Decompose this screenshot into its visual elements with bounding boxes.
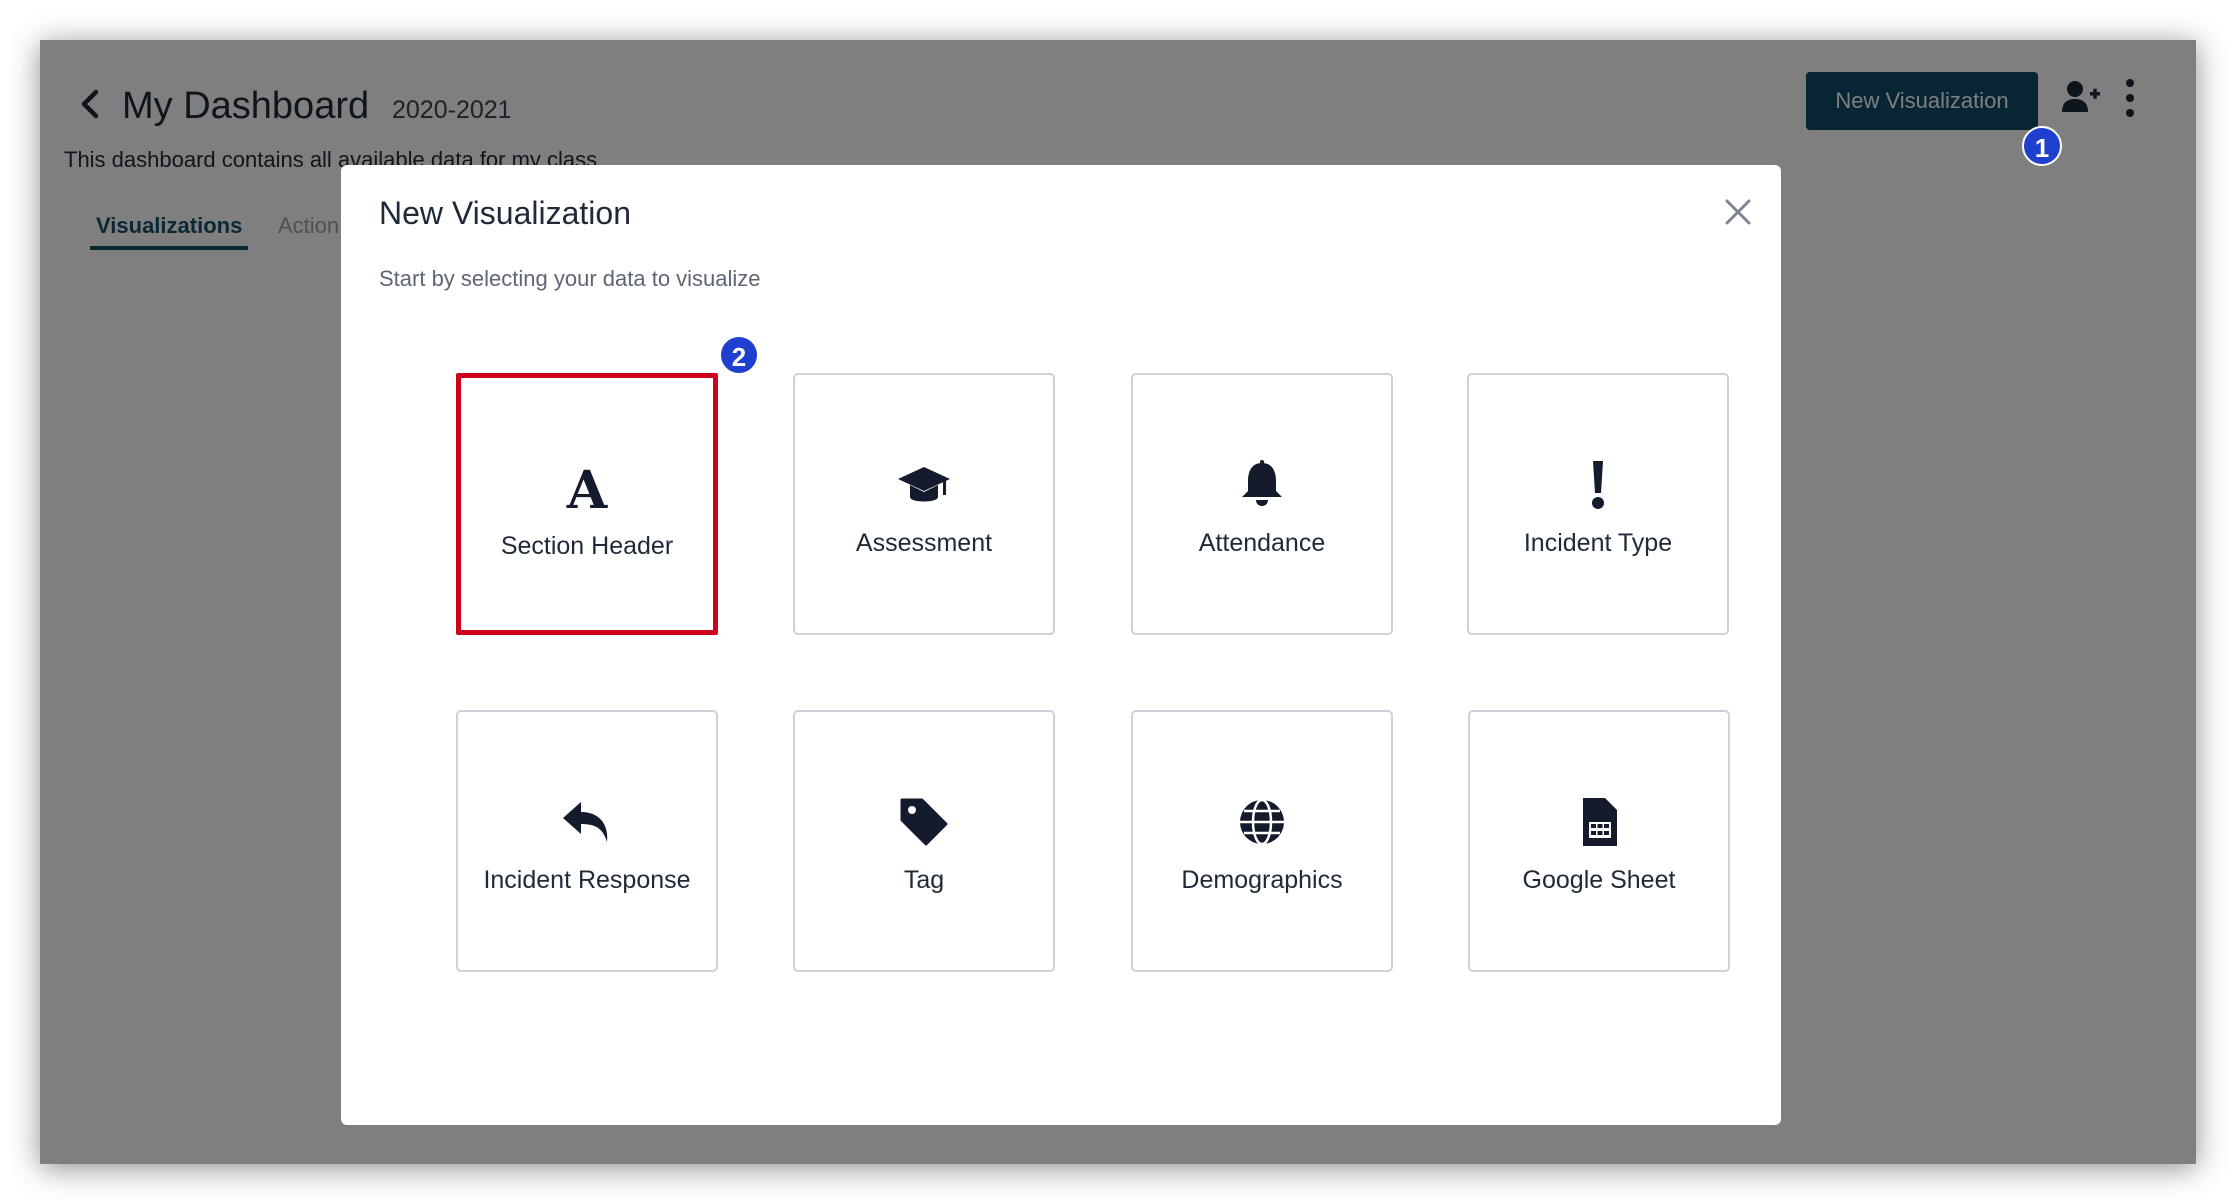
tag-icon — [795, 796, 1053, 848]
option-incident-response[interactable]: Incident Response — [456, 710, 718, 972]
new-visualization-modal: New Visualization Start by selecting you… — [341, 165, 1781, 1125]
modal-subtitle: Start by selecting your data to visualiz… — [379, 266, 761, 291]
app-window: My Dashboard 2020-2021 This dashboard co… — [40, 40, 2196, 1164]
option-tag[interactable]: Tag — [793, 710, 1055, 972]
close-icon — [1725, 199, 1751, 225]
step-badge-2: 2 — [719, 335, 759, 375]
option-label: Attendance — [1198, 529, 1326, 557]
option-label: Google Sheet — [1522, 866, 1676, 894]
option-label: Section Header — [500, 532, 674, 560]
graduation-cap-icon — [795, 459, 1053, 511]
option-demographics[interactable]: Demographics — [1131, 710, 1393, 972]
modal-title: New Visualization — [379, 195, 631, 231]
step-badge-1: 1 — [2022, 126, 2062, 166]
option-attendance[interactable]: Attendance — [1131, 373, 1393, 635]
close-button[interactable] — [1723, 197, 1753, 227]
exclamation-icon — [1469, 459, 1727, 511]
reply-arrow-icon — [458, 796, 716, 848]
option-label: Tag — [903, 866, 945, 894]
option-label: Incident Response — [483, 866, 691, 894]
option-incident-type[interactable]: Incident Type — [1467, 373, 1729, 635]
globe-icon — [1133, 796, 1391, 848]
svg-text:A: A — [566, 462, 608, 514]
option-label: Demographics — [1181, 866, 1343, 894]
option-assessment[interactable]: Assessment — [793, 373, 1055, 635]
option-label: Incident Type — [1523, 529, 1673, 557]
bell-icon — [1133, 459, 1391, 511]
option-label: Assessment — [855, 529, 993, 557]
option-section-header[interactable]: A Section Header — [456, 373, 718, 635]
option-google-sheet[interactable]: Google Sheet — [1468, 710, 1730, 972]
spreadsheet-icon — [1470, 796, 1728, 848]
letter-a-icon: A — [461, 460, 713, 521]
